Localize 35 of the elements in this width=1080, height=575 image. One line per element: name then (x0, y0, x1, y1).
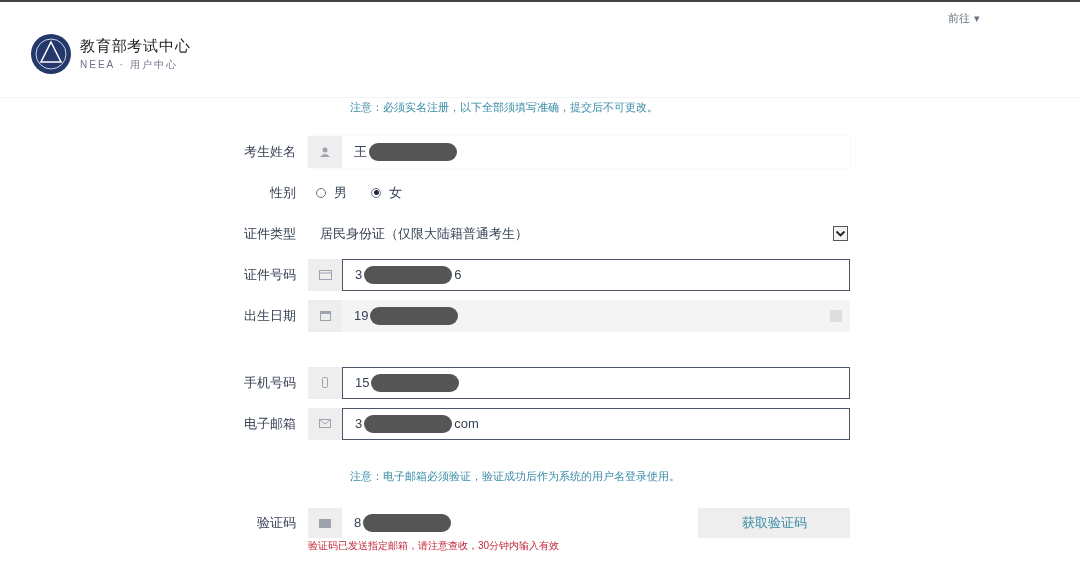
field-label: 性别 (270, 184, 296, 200)
field-label: 证件号码 (244, 266, 296, 282)
logo-title: 教育部考试中心 (80, 35, 191, 56)
date-field[interactable]: 19 (308, 299, 850, 332)
logo-icon (30, 32, 72, 75)
name-field[interactable]: 王 (308, 135, 850, 168)
field-label: 验证码 (257, 515, 296, 531)
field-value: 3 (355, 414, 363, 433)
field-label: 手机号码 (244, 374, 296, 390)
field-value: 3 (355, 265, 363, 284)
field-value: 6 (454, 265, 462, 284)
radio-option[interactable]: 男 (316, 182, 347, 203)
error-message: 验证码已发送指定邮箱，请注意查收，30分钟内输入有效 (308, 540, 560, 551)
caret-icon (833, 226, 848, 241)
field-label: 考生姓名 (244, 143, 296, 159)
field-value: com (454, 414, 479, 433)
field-value: 19 (354, 306, 369, 325)
nav-menu[interactable]: 前往 ▾ (948, 10, 980, 27)
radio-option[interactable]: 女 (371, 182, 402, 203)
input-field[interactable]: 15 (342, 366, 850, 399)
notice-text: 注意：电子邮箱必须验证，验证成功后作为系统的用户名登录使用。 (350, 469, 680, 482)
field-label: 电子邮箱 (244, 415, 296, 431)
input-field[interactable]: 3 6 (342, 258, 850, 291)
field-label: 出生日期 (244, 307, 296, 323)
card-icon (318, 269, 332, 280)
user-icon (320, 146, 330, 157)
logo-subtitle: NEEA · 用户中心 (80, 58, 179, 73)
field-value: 王 (354, 142, 367, 161)
field-value: 8 (354, 514, 362, 533)
envelope-icon (319, 419, 331, 428)
input-field[interactable]: 3 com (342, 407, 850, 440)
field-value: 15 (355, 373, 370, 392)
phone-icon (322, 377, 328, 388)
notice-text: 注意：必须实名注册，以下全部须填写准确，提交后不可更改。 (350, 101, 658, 113)
field-label: 证件类型 (244, 225, 296, 241)
